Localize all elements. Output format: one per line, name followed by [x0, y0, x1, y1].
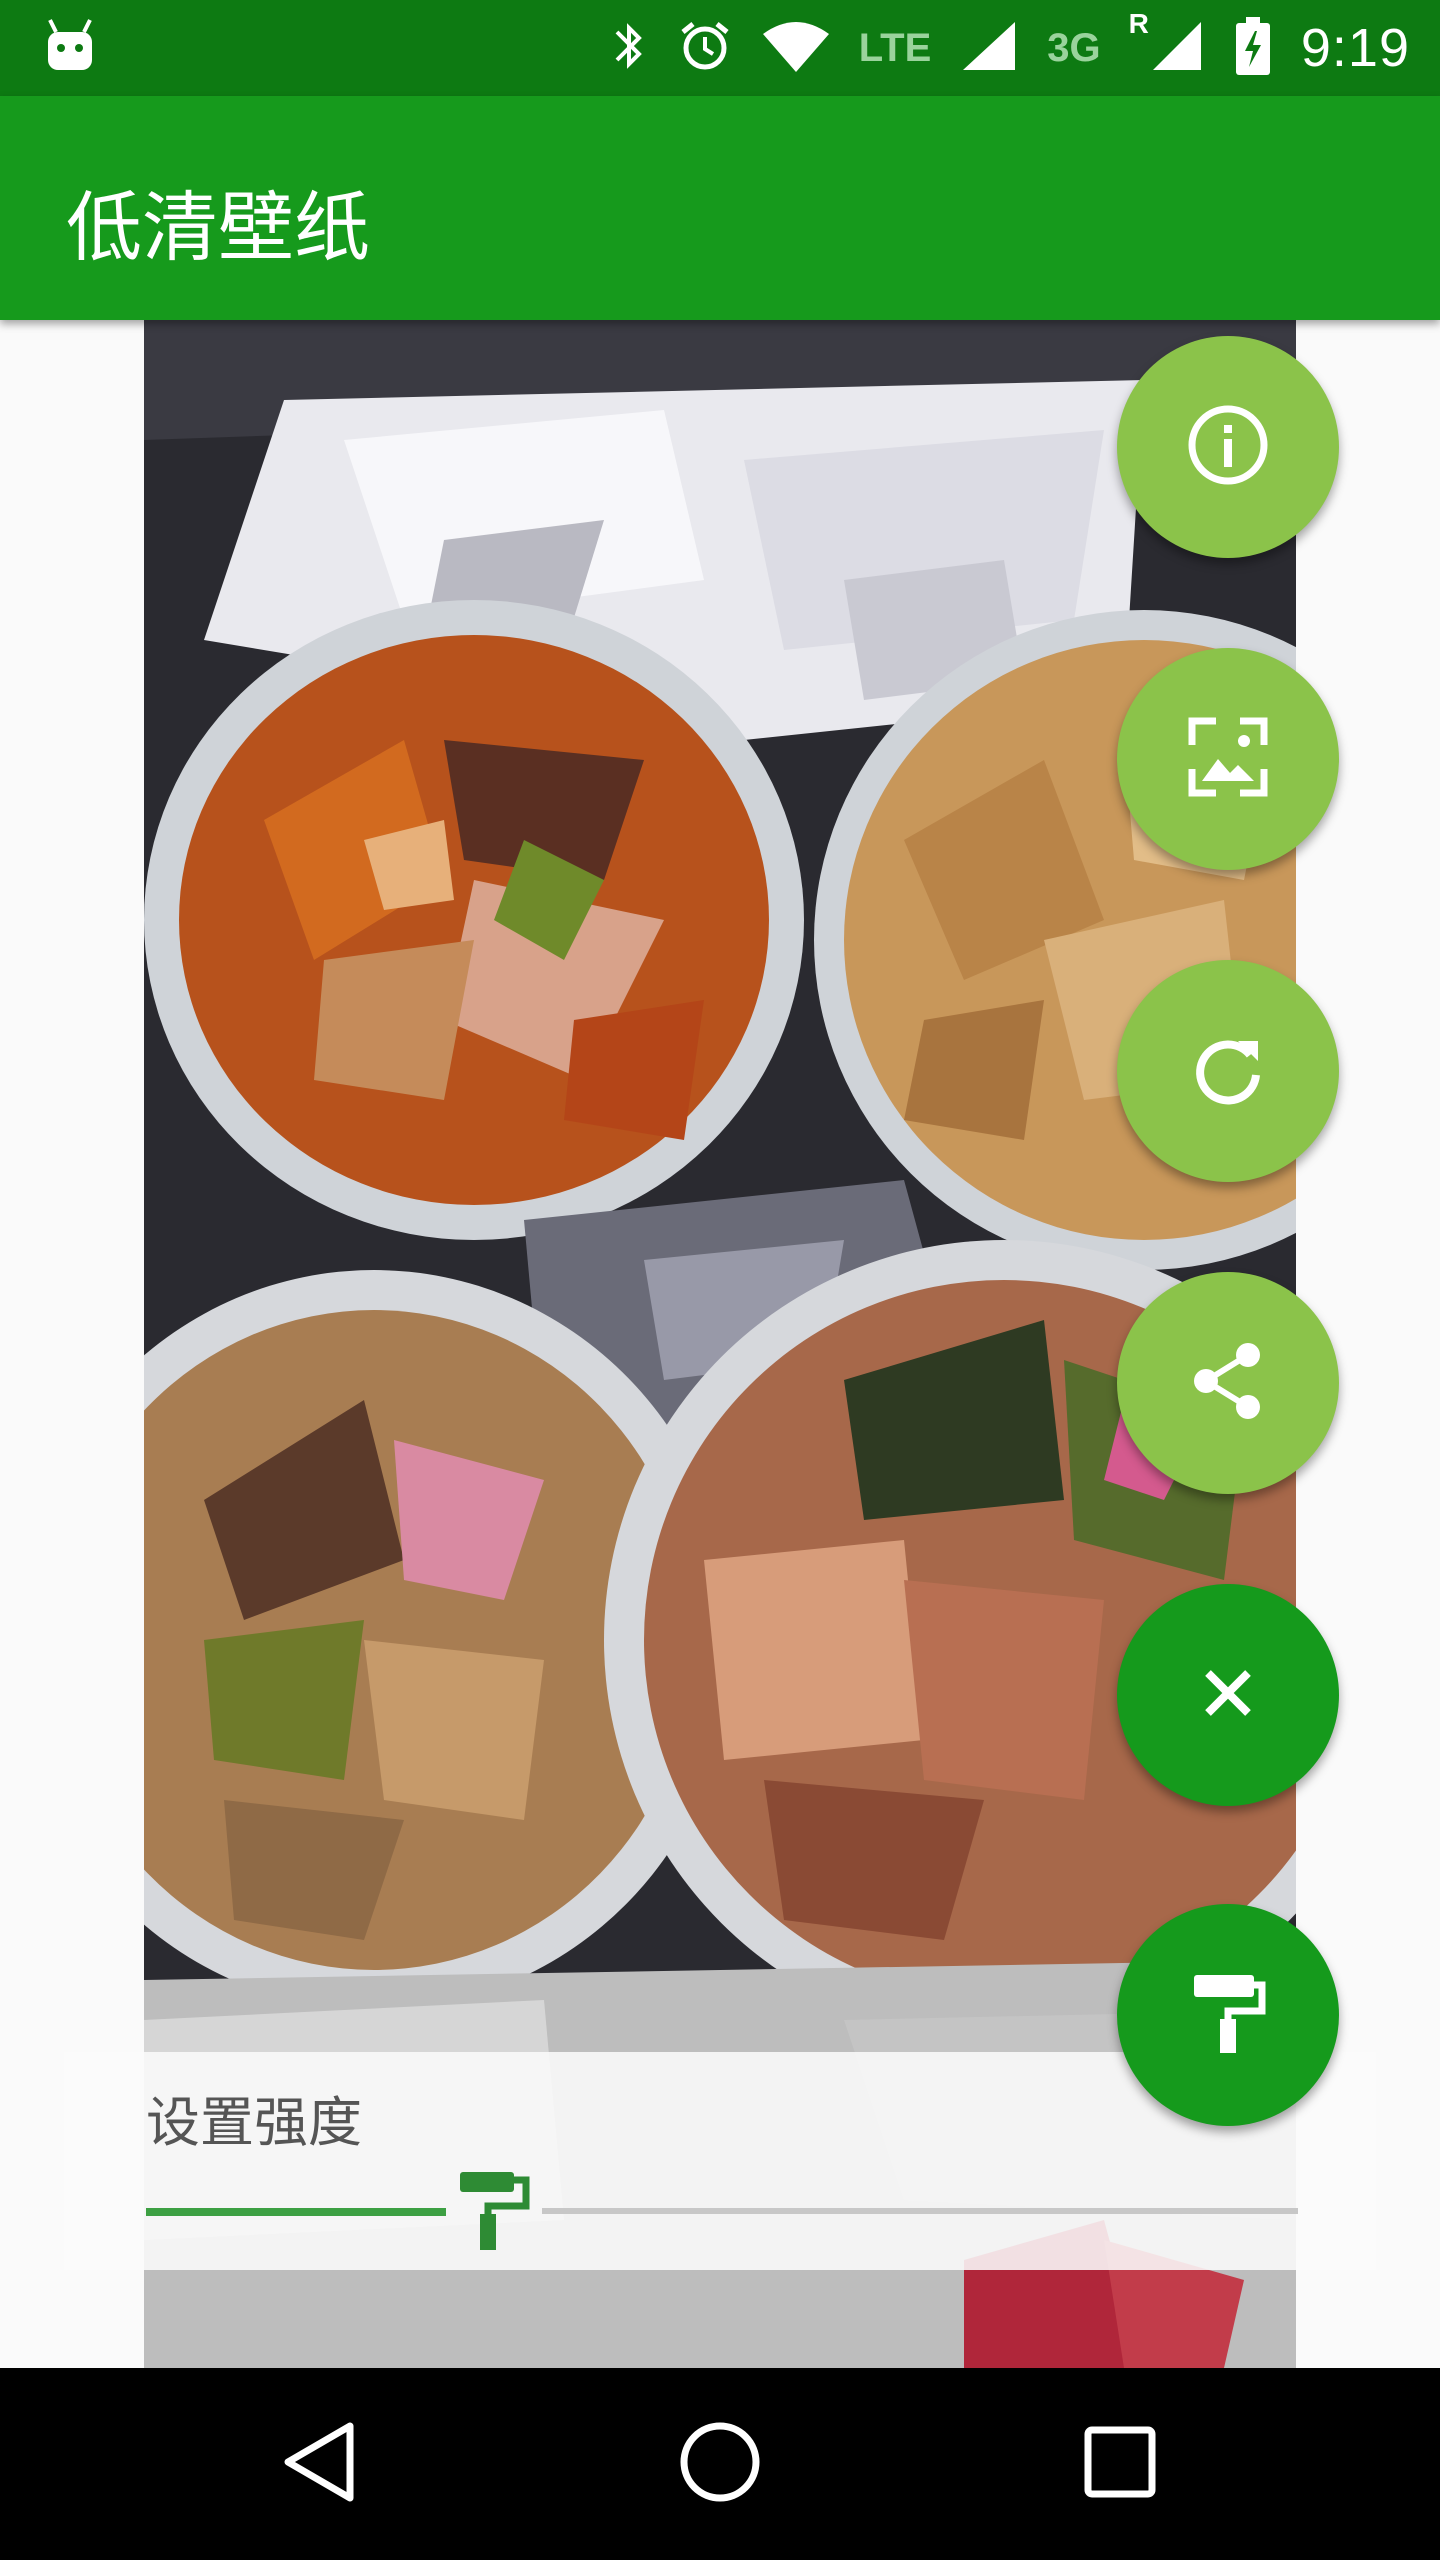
set-wallpaper-button[interactable] [1117, 648, 1339, 870]
wallpaper-icon [1186, 715, 1270, 803]
status-bar: LTE 3G R 9:19 [0, 0, 1440, 96]
close-icon [1198, 1663, 1258, 1727]
clock: 9:19 [1300, 18, 1410, 78]
recents-button[interactable] [1068, 2412, 1172, 2516]
refresh-icon [1186, 1027, 1270, 1115]
alarm-icon [677, 18, 733, 78]
share-icon [1186, 1339, 1270, 1427]
share-button[interactable] [1117, 1272, 1339, 1494]
strength-label: 设置强度 [146, 2091, 362, 2154]
signal-roaming-icon [1149, 18, 1205, 78]
paint-roller-icon [1190, 1971, 1266, 2059]
home-icon [678, 2420, 762, 2508]
navigation-bar [0, 2368, 1440, 2560]
battery-charging-icon [1233, 15, 1273, 81]
network-3g-label: 3G [1047, 25, 1101, 70]
wifi-icon [761, 18, 831, 78]
android-icon [44, 18, 96, 74]
info-icon [1186, 403, 1270, 491]
paint-button[interactable] [1117, 1904, 1339, 2126]
strength-slider[interactable] [146, 2172, 1298, 2252]
slider-track-filled [146, 2208, 446, 2216]
close-button[interactable] [1117, 1584, 1339, 1806]
signal-icon [959, 18, 1019, 78]
recents-icon [1082, 2424, 1158, 2504]
app-bar: 低清壁纸 [0, 96, 1440, 320]
refresh-button[interactable] [1117, 960, 1339, 1182]
info-button[interactable] [1117, 336, 1339, 558]
network-lte-label: LTE [858, 25, 932, 70]
page-title: 低清壁纸 [66, 183, 370, 272]
slider-track-rest [542, 2208, 1298, 2214]
back-button[interactable] [268, 2412, 372, 2516]
bluetooth-icon [609, 18, 649, 78]
back-icon [280, 2420, 360, 2508]
roaming-label: R [1128, 8, 1149, 39]
slider-thumb-paint-roller-icon[interactable] [458, 2168, 532, 2252]
home-button[interactable] [668, 2412, 772, 2516]
